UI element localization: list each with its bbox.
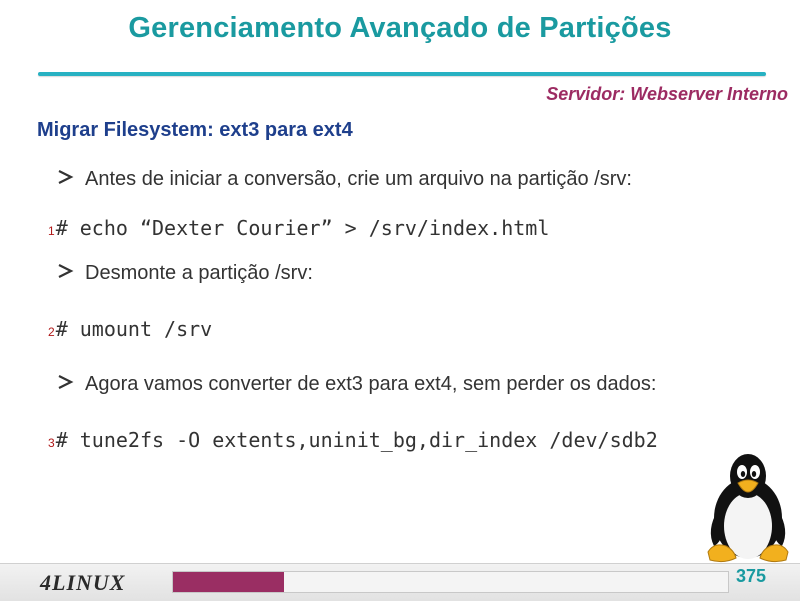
section-heading: Migrar Filesystem: ext3 para ext4 (37, 119, 353, 141)
brand-logo: 4LINUX (40, 570, 126, 595)
command-number: 2 (48, 325, 55, 339)
progress-fill (173, 572, 284, 592)
page-number: 375 (736, 566, 767, 586)
progress-bar (172, 571, 729, 593)
bullet-text: Antes de iniciar a conversão, crie um ar… (85, 168, 632, 190)
arrow-bullet-icon (57, 168, 75, 191)
command-text: # umount /srv (55, 317, 213, 341)
slide-title: Gerenciamento Avançado de Partições (128, 12, 672, 44)
bullet-item: Agora vamos converter de ext3 para ext4,… (57, 373, 656, 396)
command-line: 1 # echo “Dexter Courier” > /srv/index.h… (48, 216, 549, 240)
command-number: 1 (48, 224, 55, 238)
command-line: 3 # tune2fs -O extents,uninit_bg,dir_ind… (48, 428, 658, 452)
title-underline (38, 72, 766, 76)
footer-bar: 4LINUX (0, 563, 800, 601)
bullet-item: Desmonte a partição /srv: (57, 262, 313, 285)
arrow-bullet-icon (57, 262, 75, 285)
command-text: # echo “Dexter Courier” > /srv/index.htm… (55, 216, 550, 240)
bullet-item: Antes de iniciar a conversão, crie um ar… (57, 168, 632, 191)
command-text: # tune2fs -O extents,uninit_bg,dir_index… (55, 428, 658, 452)
command-line: 2 # umount /srv (48, 317, 212, 341)
server-label: Servidor: Webserver Interno (546, 84, 788, 104)
command-number: 3 (48, 436, 55, 450)
bullet-text: Agora vamos converter de ext3 para ext4,… (85, 373, 657, 395)
bullet-text: Desmonte a partição /srv: (85, 262, 313, 284)
tux-penguin-icon (707, 454, 789, 563)
arrow-bullet-icon (57, 373, 75, 396)
